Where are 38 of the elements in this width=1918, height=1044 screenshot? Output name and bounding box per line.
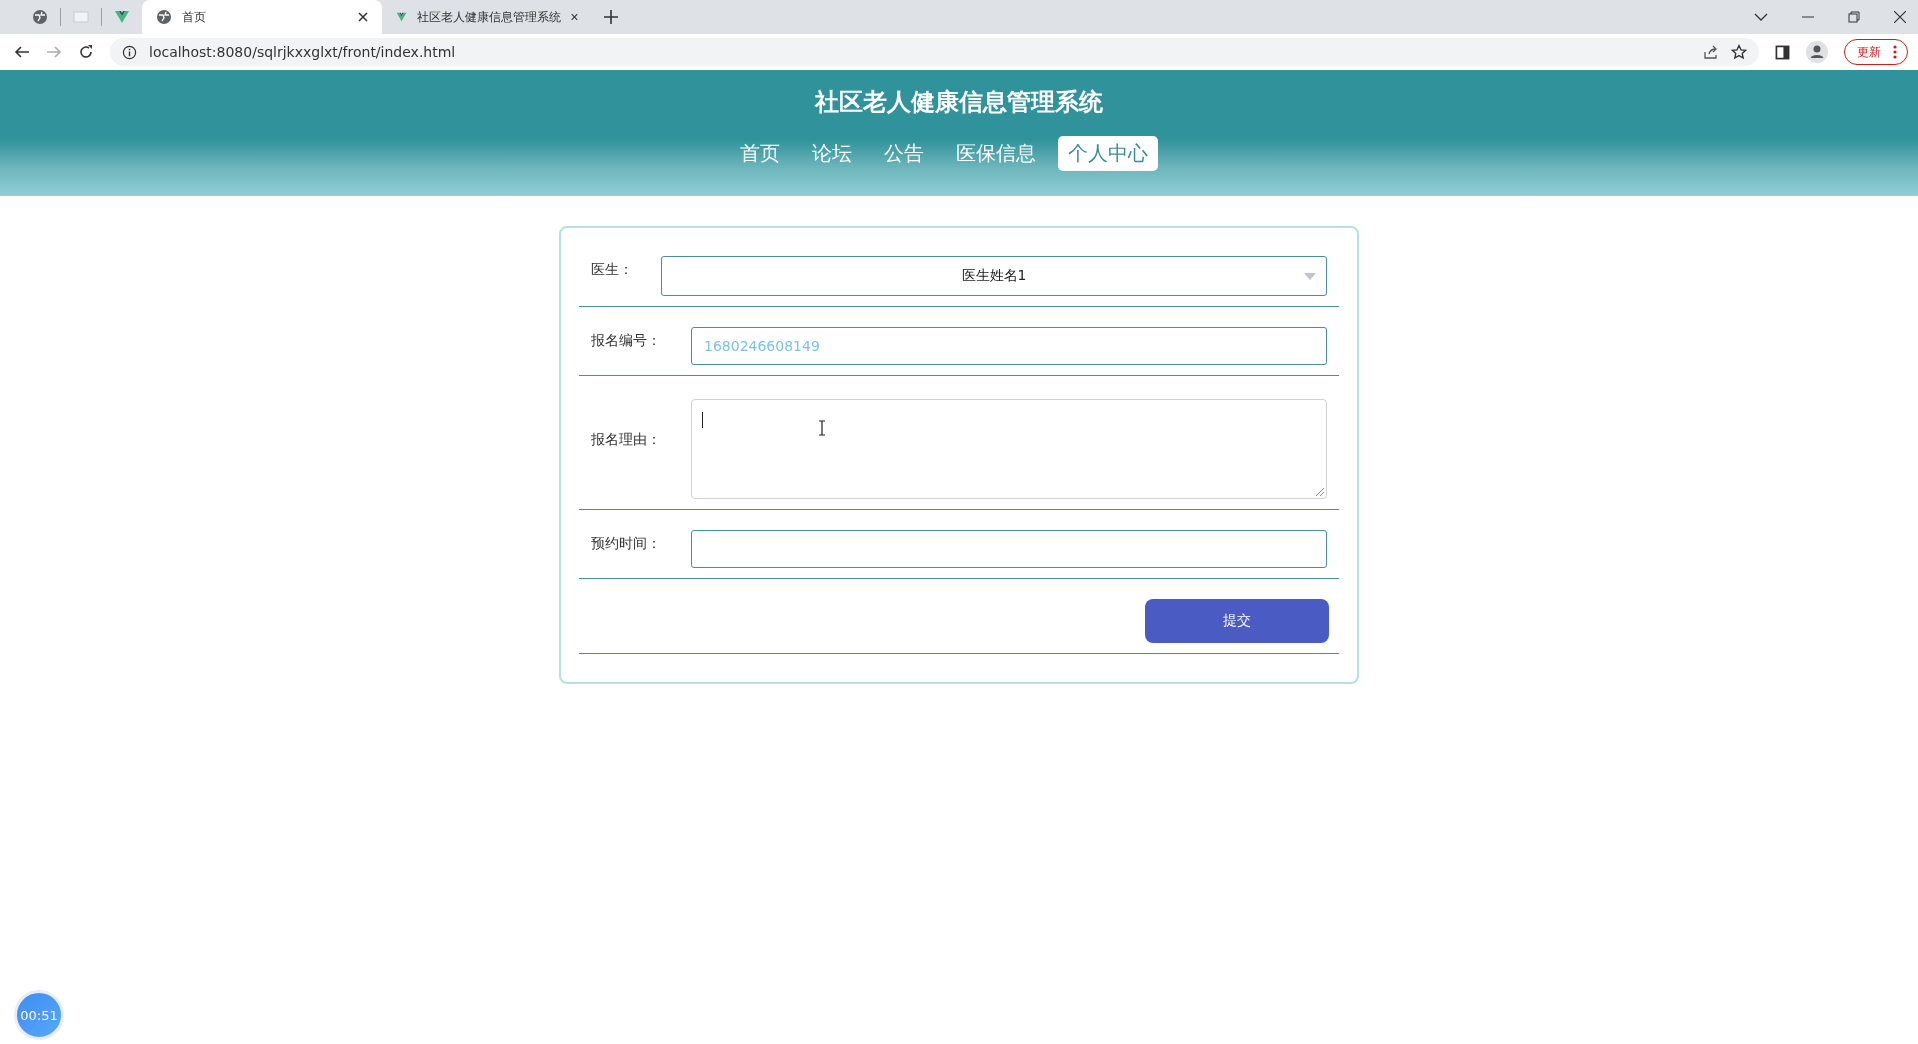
info-icon [122,44,137,60]
more-icon [1893,45,1897,59]
doctor-select[interactable]: 医生姓名1 [661,256,1327,296]
submit-button[interactable]: 提交 [1145,599,1329,643]
timer-badge[interactable]: 00:51 [14,990,64,1040]
nav-link[interactable]: 个人中心 [1058,136,1158,171]
close-icon[interactable] [358,12,368,22]
reload-icon[interactable] [78,44,94,60]
text-cursor-icon [818,420,826,436]
browser-tab[interactable]: 首页 [142,0,382,34]
nav-link[interactable]: 首页 [730,136,790,171]
restore-icon[interactable] [1848,11,1860,23]
nav-link[interactable]: 论坛 [802,136,862,171]
browser-tab[interactable]: 社区老人健康信息管理系统 [382,0,592,34]
vue-icon[interactable] [114,9,130,25]
field-label: 报名理由： [591,431,662,449]
chevron-down-icon[interactable] [1754,13,1768,21]
caret-icon [1304,273,1316,280]
tab-title: 社区老人健康信息管理系统 [417,8,562,26]
nav-link[interactable]: 公告 [874,136,934,171]
back-icon[interactable] [14,44,30,60]
profile-icon[interactable] [1806,41,1828,63]
site-title: 社区老人健康信息管理系统 [815,87,1103,118]
close-icon[interactable] [1894,11,1906,23]
field-label: 预约时间： [591,535,662,553]
close-icon[interactable] [571,12,578,22]
nav-link[interactable]: 医保信息 [946,136,1046,171]
field-label: 医生： [591,261,634,279]
tab-title: 首页 [182,8,207,26]
address-field[interactable]: localhost:8080/sqlrjkxxglxt/front/index.html [110,38,1759,66]
resize-handle-icon[interactable] [1316,488,1324,496]
update-button[interactable]: 更新 [1844,39,1908,65]
input-field[interactable] [691,530,1327,568]
star-icon[interactable] [1731,44,1747,60]
field-label: 报名编号： [591,332,662,350]
share-icon[interactable] [1703,44,1719,60]
plus-icon[interactable] [604,10,618,24]
side-panel-icon[interactable] [1775,44,1790,60]
